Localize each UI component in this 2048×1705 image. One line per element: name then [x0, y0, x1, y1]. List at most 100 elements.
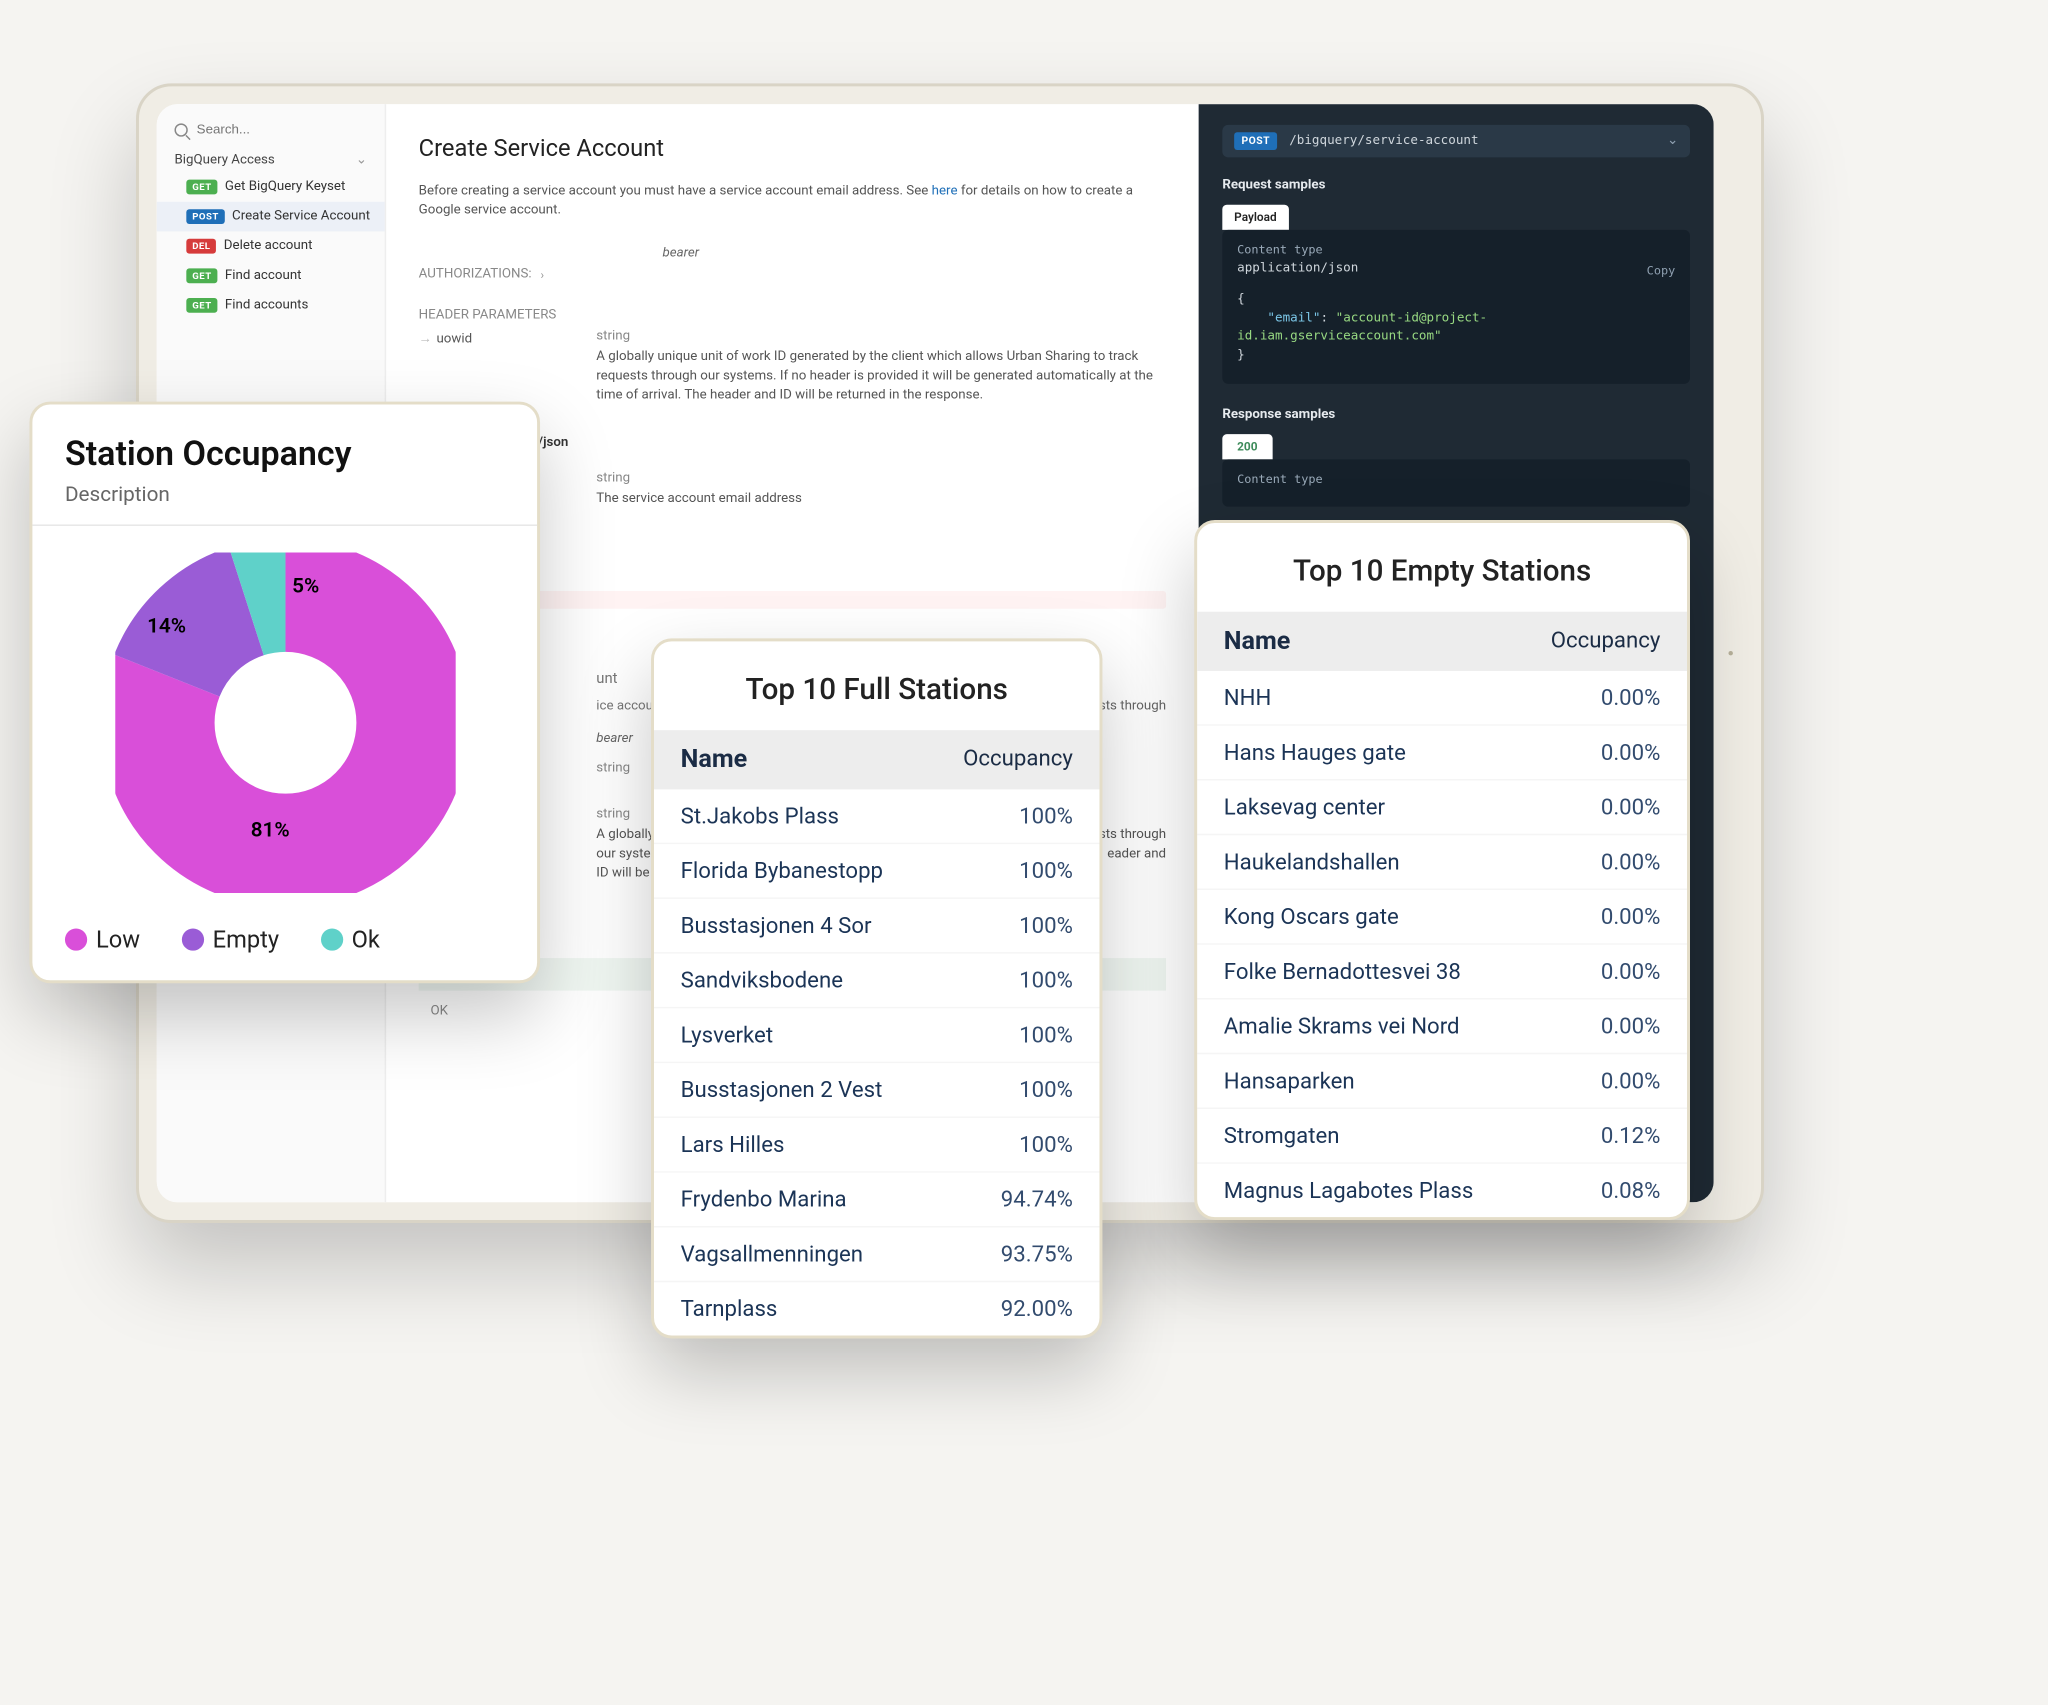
doc-title: Create Service Account — [419, 133, 1166, 161]
cell-name: Busstasjonen 4 Sor — [681, 912, 872, 939]
table-row: Haukelandshallen0.00% — [1197, 833, 1687, 888]
param-type: string — [596, 471, 1166, 486]
tab-200[interactable]: 200 — [1222, 433, 1272, 458]
table-row: Folke Bernadottesvei 380.00% — [1197, 943, 1687, 998]
tablet-camera-icon — [1728, 650, 1732, 654]
content-type-value: application/json — [1237, 259, 1675, 278]
nav-item-delete-account[interactable]: DEL Delete account — [157, 231, 385, 261]
table-row: Hansaparken0.00% — [1197, 1052, 1687, 1107]
table-header: Name Occupancy — [654, 730, 1099, 789]
content-type-label: Content type — [1237, 241, 1675, 259]
nav-item-find-accounts[interactable]: GET Find accounts — [157, 290, 385, 320]
card-title: Top 10 Empty Stations — [1197, 522, 1687, 611]
param-name: →uowid — [419, 329, 552, 406]
card-top-10-full: Top 10 Full Stations Name Occupancy St.J… — [651, 638, 1102, 1338]
col-occupancy: Occupancy — [1551, 626, 1661, 656]
method-badge-get: GET — [186, 298, 217, 313]
cell-name: NHH — [1224, 684, 1272, 711]
cell-name: Folke Bernadottesvei 38 — [1224, 958, 1461, 985]
chart-legend: Low Empty Ok — [65, 925, 505, 953]
endpoint-path: /bigquery/service-account — [1289, 133, 1478, 148]
cell-occupancy: 0.08% — [1601, 1177, 1661, 1204]
col-name: Name — [1224, 626, 1291, 656]
endpoint-selector[interactable]: POST /bigquery/service-account ⌄ — [1222, 124, 1690, 157]
nav-group-bigquery[interactable]: BigQuery Access ⌄ — [157, 145, 385, 172]
table-row: Frydenbo Marina 94.74% — [654, 1171, 1099, 1226]
request-codebox: Content type application/json Copy { "em… — [1222, 229, 1690, 383]
table-row: Sandviksbodene100% — [654, 952, 1099, 1007]
nav-item-get-keyset[interactable]: GET Get BigQuery Keyset — [157, 172, 385, 202]
cell-name: Lars Hilles — [681, 1131, 785, 1158]
chevron-down-icon: ⌄ — [1667, 133, 1678, 148]
cell-occupancy: 92.00% — [1001, 1295, 1073, 1322]
nav-item-find-account[interactable]: GET Find account — [157, 261, 385, 291]
method-badge-get: GET — [186, 179, 217, 194]
nav-group-label: BigQuery Access — [174, 152, 274, 167]
col-occupancy: Occupancy — [963, 744, 1073, 774]
legend-item-ok: Ok — [321, 925, 380, 953]
request-samples-heading: Request samples — [1222, 178, 1690, 193]
authorizations-value: bearer — [662, 246, 699, 287]
cell-occupancy: 0.12% — [1601, 1122, 1661, 1149]
legend-item-empty: Empty — [182, 925, 280, 953]
card-subtitle: Description — [65, 483, 505, 507]
cell-name: Hans Hauges gate — [1224, 739, 1406, 766]
authorizations-label: AUTHORIZATIONS: › — [419, 267, 544, 282]
nav-item-label: Get BigQuery Keyset — [225, 179, 345, 194]
table-row: Kong Oscars gate0.00% — [1197, 888, 1687, 943]
slice-label-low: 81% — [251, 818, 290, 842]
cell-occupancy: 93.75% — [1001, 1240, 1073, 1267]
table-row: Florida Bybanestopp100% — [654, 842, 1099, 897]
nav-item-label: Delete account — [224, 238, 313, 253]
authorizations-value: bearer — [596, 732, 633, 747]
cell-name: Tarnplass — [681, 1295, 778, 1322]
method-badge-post: POST — [1234, 132, 1277, 150]
response-samples-heading: Response samples — [1222, 407, 1690, 422]
legend-item-low: Low — [65, 925, 140, 953]
cell-occupancy: 100% — [1019, 912, 1073, 939]
donut-chart: 81% 14% 5% — [115, 552, 455, 892]
table-row: Stromgaten 0.12% — [1197, 1107, 1687, 1162]
card-title: Top 10 Full Stations — [654, 641, 1099, 730]
cell-name: Amalie Skrams vei Nord — [1224, 1012, 1460, 1039]
table-row: Hans Hauges gate0.00% — [1197, 724, 1687, 779]
table-row: Busstasjonen 4 Sor 100% — [654, 897, 1099, 952]
method-badge-get: GET — [186, 268, 217, 283]
response-codebox: Content type — [1222, 458, 1690, 505]
cell-name: Vagsallmenningen — [681, 1240, 863, 1267]
search-icon — [174, 122, 187, 135]
table-row: Busstasjonen 2 Vest 100% — [654, 1061, 1099, 1116]
slice-label-ok: 5% — [292, 574, 319, 598]
json-body: { "email": "account-id@project-id.iam.gs… — [1237, 290, 1675, 365]
copy-button[interactable]: Copy — [1647, 262, 1676, 280]
nav-item-create-service-account[interactable]: POST Create Service Account — [157, 201, 385, 231]
search-input[interactable] — [197, 121, 345, 136]
intro-link[interactable]: here — [932, 184, 958, 199]
cell-name: Stromgaten — [1224, 1122, 1340, 1149]
table-row: Tarnplass 92.00% — [654, 1280, 1099, 1335]
cell-name: Frydenbo Marina — [681, 1186, 847, 1213]
cell-occupancy: 0.00% — [1601, 903, 1661, 930]
intro-text-before: Before creating a service account you mu… — [419, 184, 932, 199]
chevron-right-icon: › — [541, 267, 545, 280]
cell-occupancy: 100% — [1019, 1076, 1073, 1103]
table-row: Vagsallmenningen 93.75% — [654, 1225, 1099, 1280]
truncated-tail: ests through — [1092, 699, 1166, 714]
search-bar[interactable] — [157, 110, 385, 146]
divider — [32, 524, 537, 525]
table-row: NHH 0.00% — [1197, 670, 1687, 723]
chevron-down-icon: ⌄ — [356, 152, 367, 167]
card-station-occupancy: Station Occupancy Description 81% 14% 5%… — [29, 401, 540, 983]
cell-name: Busstasjonen 2 Vest — [681, 1076, 883, 1103]
cell-occupancy: 94.74% — [1001, 1186, 1073, 1213]
cell-occupancy: 0.00% — [1601, 684, 1661, 711]
card-title: Station Occupancy — [65, 434, 505, 474]
table-row: Laksevag center0.00% — [1197, 779, 1687, 834]
card-top-10-empty: Top 10 Empty Stations Name Occupancy NHH… — [1194, 520, 1690, 1220]
cell-occupancy: 100% — [1019, 1131, 1073, 1158]
tab-payload[interactable]: Payload — [1222, 204, 1288, 229]
col-name: Name — [681, 744, 748, 774]
table-row: Lysverket100% — [654, 1006, 1099, 1061]
header-parameters-label: HEADER PARAMETERS — [419, 308, 1166, 323]
table-row: Lars Hilles 100% — [654, 1116, 1099, 1171]
